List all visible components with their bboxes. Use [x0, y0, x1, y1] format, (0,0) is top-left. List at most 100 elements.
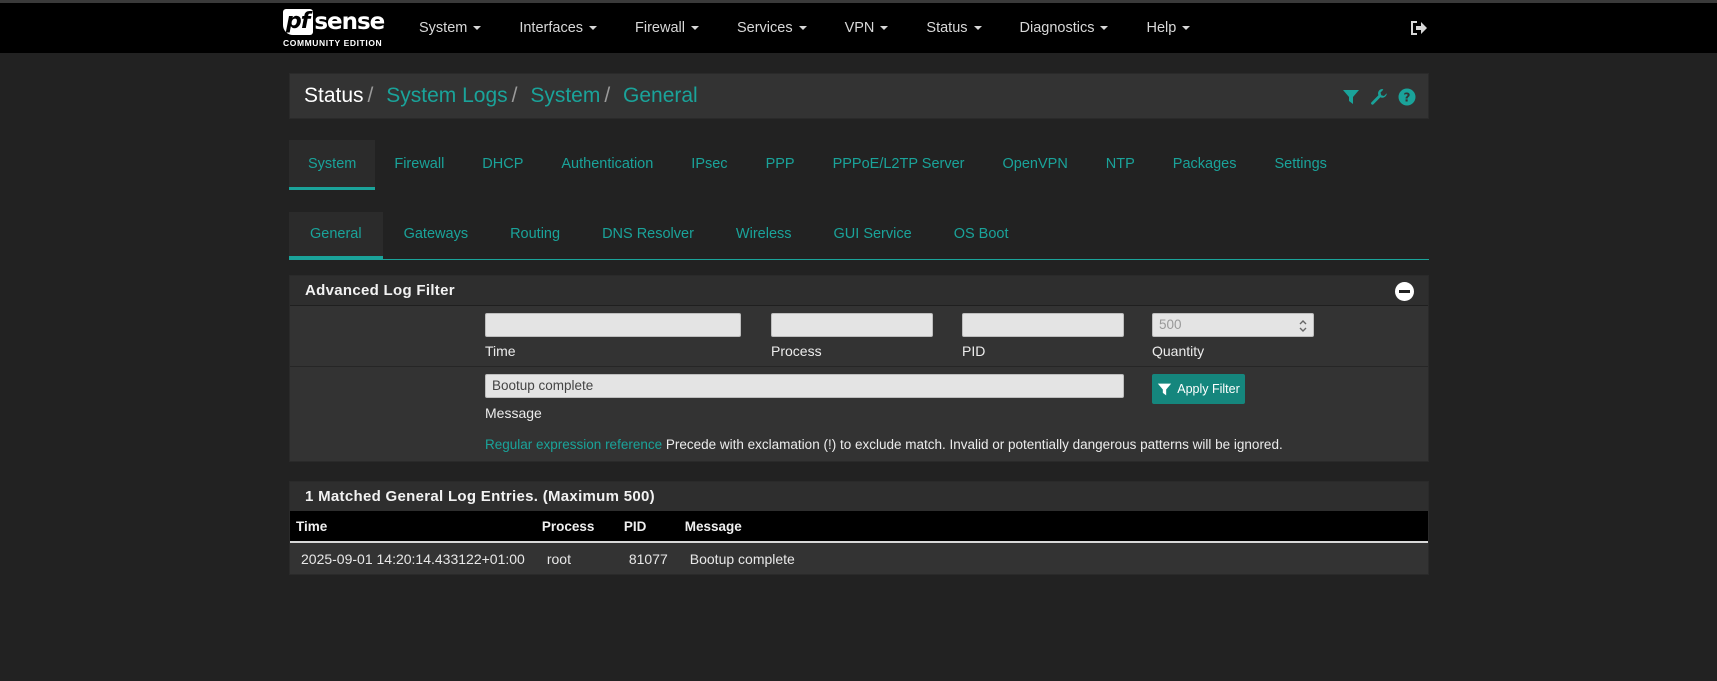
- sign-out-icon[interactable]: [1409, 19, 1429, 37]
- caret-down-icon: [690, 26, 699, 30]
- quantity-label: Quantity: [1152, 343, 1205, 359]
- filter-panel-heading: Advanced Log Filter: [290, 276, 1428, 306]
- stepper-arrows-icon[interactable]: [1299, 318, 1307, 332]
- logo-pf: pf: [283, 9, 314, 35]
- tab-authentication[interactable]: Authentication: [542, 140, 672, 190]
- log-results-panel: 1 Matched General Log Entries. (Maximum …: [289, 481, 1429, 575]
- logo-mark: pf sense: [283, 9, 393, 35]
- pfsense-logo[interactable]: pf sense COMMUNITY EDITION: [283, 9, 393, 53]
- column-header-message[interactable]: Message: [678, 511, 1428, 543]
- apply-filter-label: Apply Filter: [1177, 382, 1240, 396]
- subtab-os-boot[interactable]: OS Boot: [933, 212, 1030, 259]
- regex-help-text: Precede with exclamation (!) to exclude …: [665, 437, 1283, 452]
- subtab-general[interactable]: General: [289, 212, 383, 259]
- tab-firewall[interactable]: Firewall: [375, 140, 463, 190]
- table-header-row: Time Process PID Message: [290, 511, 1428, 543]
- breadcrumb-system-logs[interactable]: System Logs: [386, 84, 507, 107]
- pid-label: PID: [962, 343, 986, 359]
- system-log-subtabs: General Gateways Routing DNS Resolver Wi…: [289, 212, 1429, 260]
- breadcrumb-separator: /: [604, 84, 611, 107]
- tab-settings[interactable]: Settings: [1255, 140, 1345, 190]
- column-header-process[interactable]: Process: [535, 511, 618, 543]
- tab-system[interactable]: System: [289, 140, 376, 190]
- table-row: 2025-09-01 14:20:14.433122+01:00 root 81…: [290, 542, 1428, 574]
- caret-down-icon: [880, 26, 889, 30]
- caret-down-icon: [1182, 26, 1191, 30]
- filter-icon: [1158, 383, 1172, 395]
- menu-label: VPN: [844, 20, 875, 36]
- process-input[interactable]: [771, 313, 933, 337]
- time-input[interactable]: [485, 313, 741, 337]
- menu-label: Status: [926, 20, 968, 36]
- process-label: Process: [771, 343, 822, 359]
- main-menu: System Interfaces Firewall Services VPN …: [419, 3, 1228, 53]
- breadcrumb-current: Status: [304, 84, 364, 107]
- apply-filter-button[interactable]: Apply Filter: [1152, 374, 1245, 404]
- caret-down-icon: [473, 26, 482, 30]
- caret-down-icon: [1100, 26, 1109, 30]
- tab-ppp[interactable]: PPP: [747, 140, 814, 190]
- cell-process: root: [546, 550, 571, 567]
- advanced-log-filter-panel: Advanced Log Filter Time Process PID 500…: [289, 275, 1429, 462]
- navbar: pf sense COMMUNITY EDITION System Interf…: [0, 3, 1717, 53]
- results-title: 1 Matched General Log Entries. (Maximum …: [305, 488, 655, 505]
- wrench-icon[interactable]: [1370, 88, 1388, 106]
- menu-interfaces[interactable]: Interfaces: [519, 3, 598, 53]
- quantity-placeholder: 500: [1159, 317, 1182, 332]
- message-label: Message: [485, 405, 542, 421]
- collapse-minus-icon[interactable]: [1395, 282, 1414, 301]
- menu-system[interactable]: System: [419, 3, 482, 53]
- menu-status[interactable]: Status: [926, 3, 982, 53]
- cell-message: Bootup complete: [689, 550, 795, 567]
- menu-services[interactable]: Services: [737, 3, 807, 53]
- breadcrumb-separator: /: [367, 84, 374, 107]
- tab-packages[interactable]: Packages: [1154, 140, 1256, 190]
- cell-time: 2025-09-01 14:20:14.433122+01:00: [301, 550, 525, 567]
- menu-label: Firewall: [635, 20, 685, 36]
- menu-label: Services: [736, 20, 793, 36]
- quantity-stepper[interactable]: 500: [1152, 313, 1314, 337]
- filter-row-fields: Time Process PID 500 Quantity: [290, 306, 1428, 367]
- cell-pid: 81077: [628, 550, 668, 567]
- menu-label: Diagnostics: [1019, 20, 1095, 36]
- svg-text:?: ?: [1404, 91, 1411, 105]
- breadcrumb-separator: /: [511, 84, 518, 107]
- caret-down-icon: [973, 26, 982, 30]
- tab-dhcp[interactable]: DHCP: [463, 140, 542, 190]
- subtab-wireless[interactable]: Wireless: [715, 212, 813, 259]
- message-input[interactable]: Bootup complete: [485, 374, 1124, 398]
- menu-label: Interfaces: [519, 20, 584, 36]
- logo-sense: sense: [314, 9, 385, 35]
- menu-firewall[interactable]: Firewall: [635, 3, 699, 53]
- menu-vpn[interactable]: VPN: [845, 3, 889, 53]
- subtab-gui-service[interactable]: GUI Service: [813, 212, 933, 259]
- tab-openvpn[interactable]: OpenVPN: [984, 140, 1087, 190]
- breadcrumb-system[interactable]: System: [530, 84, 600, 107]
- column-header-time[interactable]: Time: [290, 511, 536, 543]
- subtab-dns-resolver[interactable]: DNS Resolver: [581, 212, 715, 259]
- pid-input[interactable]: [962, 313, 1124, 337]
- subtab-gateways[interactable]: Gateways: [383, 212, 489, 259]
- tab-ipsec[interactable]: IPsec: [672, 140, 746, 190]
- menu-help[interactable]: Help: [1146, 3, 1191, 53]
- breadcrumb-general[interactable]: General: [623, 84, 698, 107]
- breadcrumb: Status / System Logs / System / General ?: [289, 73, 1429, 119]
- subtab-routing[interactable]: Routing: [489, 212, 581, 259]
- filter-icon[interactable]: [1342, 88, 1360, 106]
- logo-edition: COMMUNITY EDITION: [283, 38, 383, 48]
- tab-pppoe-l2tp-server[interactable]: PPPoE/L2TP Server: [814, 140, 984, 190]
- menu-diagnostics[interactable]: Diagnostics: [1020, 3, 1109, 53]
- question-circle-icon[interactable]: ?: [1398, 88, 1416, 106]
- column-header-pid[interactable]: PID: [617, 511, 679, 543]
- log-table: Time Process PID Message 2025-09-01 14:2…: [290, 511, 1428, 574]
- breadcrumb-actions: ?: [1342, 88, 1416, 106]
- tab-ntp[interactable]: NTP: [1087, 140, 1154, 190]
- log-category-tabs: System Firewall DHCP Authentication IPse…: [289, 140, 1429, 190]
- breadcrumb-trail: Status / System Logs / System / General: [304, 84, 698, 108]
- filter-row-message: Bootup complete Message Apply Filter Reg…: [290, 367, 1428, 461]
- menu-label: System: [419, 20, 468, 36]
- time-label: Time: [485, 343, 516, 359]
- regex-help: Regular expression reference Precede wit…: [485, 437, 1283, 452]
- regex-reference-link[interactable]: Regular expression reference: [485, 437, 662, 452]
- caret-down-icon: [798, 26, 807, 30]
